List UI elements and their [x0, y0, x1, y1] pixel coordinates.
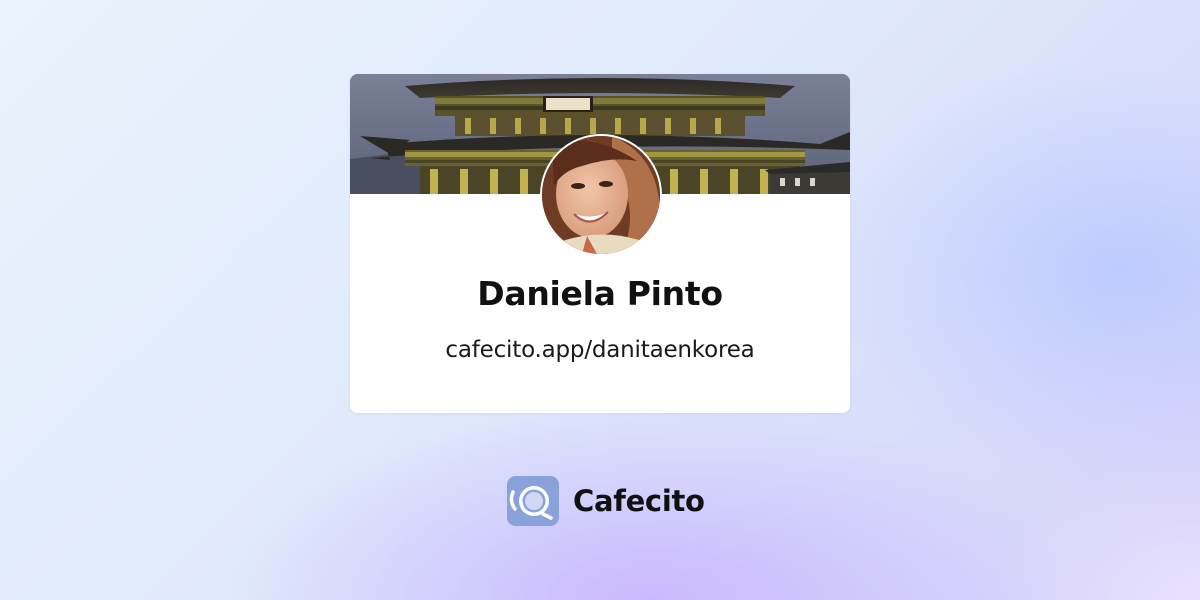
coffee-cup-icon — [507, 476, 559, 526]
profile-card: Daniela Pinto cafecito.app/danitaenkorea — [350, 74, 850, 413]
brand[interactable]: Cafecito — [507, 476, 705, 526]
avatar — [540, 134, 662, 256]
brand-name: Cafecito — [573, 484, 705, 518]
profile-name: Daniela Pinto — [477, 274, 723, 313]
profile-url[interactable]: cafecito.app/danitaenkorea — [350, 337, 850, 363]
avatar-photo — [542, 136, 660, 254]
